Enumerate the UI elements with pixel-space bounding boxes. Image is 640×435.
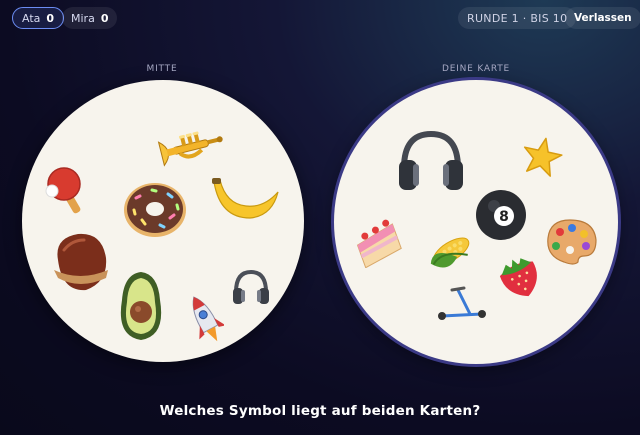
own-card-label: DEINE KARTE [441, 64, 511, 74]
leave-button[interactable]: Verlassen [565, 7, 640, 29]
donut-icon[interactable] [122, 180, 188, 240]
round-indicator: RUNDE 1 · BIS 10 [458, 7, 577, 29]
cake-icon[interactable] [352, 218, 404, 268]
rocket-icon[interactable] [188, 292, 224, 348]
center-card-label: MITTE [146, 64, 178, 74]
ping-pong-icon[interactable] [44, 164, 96, 220]
palette-icon[interactable] [544, 216, 598, 266]
player-ata-badge: Ata 0 [12, 7, 65, 29]
question-prompt: Welches Symbol liegt auf beiden Karten? [159, 403, 481, 419]
headphones-icon[interactable] [396, 128, 466, 198]
center-card [22, 80, 304, 362]
star-icon[interactable] [520, 136, 564, 178]
strawberry-icon[interactable] [494, 254, 546, 300]
player-mira-badge: Mira 0 [62, 7, 118, 29]
player-score: 0 [100, 11, 109, 25]
eight-ball-icon[interactable]: 8 [474, 188, 528, 242]
trumpet-icon[interactable] [157, 128, 229, 168]
banana-icon[interactable] [210, 174, 280, 224]
headphones-icon[interactable] [230, 268, 272, 310]
avocado-icon[interactable] [116, 270, 166, 342]
player-name: Mira [71, 11, 95, 25]
player-name: Ata [22, 11, 41, 25]
svg-text:8: 8 [499, 209, 509, 225]
chestnut-icon[interactable] [50, 230, 110, 294]
corn-icon[interactable] [424, 230, 476, 276]
scooter-icon[interactable] [434, 284, 490, 324]
player-score: 0 [46, 11, 55, 25]
own-card: 8 [334, 80, 618, 364]
